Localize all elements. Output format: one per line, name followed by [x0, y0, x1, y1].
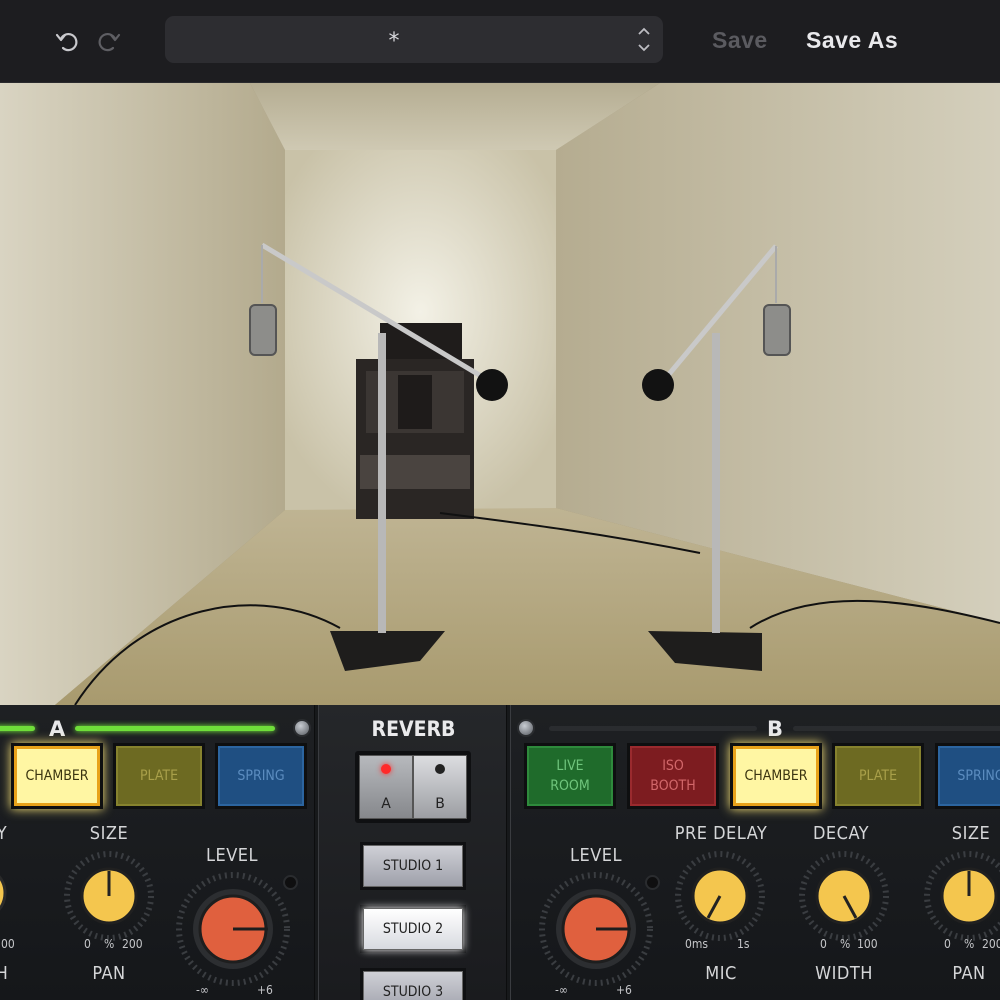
channel-a-size-max: 200: [122, 937, 143, 951]
channel-b-size-max: 200: [982, 937, 1000, 951]
channel-b-width-label: WIDTH: [815, 963, 873, 984]
channel-a-level-min: -∞: [196, 983, 209, 997]
redo-icon[interactable]: [94, 26, 124, 56]
channel-b-predelay-min: 0ms: [685, 937, 709, 951]
channel-a-size-knob[interactable]: [63, 850, 155, 942]
channel-b-size-knob[interactable]: [923, 850, 1000, 942]
button-label: ROOM: [550, 778, 590, 794]
channel-b-level-min: -∞: [555, 983, 568, 997]
button-label: CHAMBER: [25, 768, 89, 784]
channel-a-left-knob-tick: 00: [1, 937, 15, 951]
channel-a-spring-button[interactable]: SPRING: [215, 743, 307, 809]
button-label: CHAMBER: [744, 768, 808, 784]
channel-b-decay-knob[interactable]: [798, 850, 890, 942]
save-button[interactable]: Save: [712, 27, 768, 54]
button-label: PLATE: [858, 768, 898, 784]
channel-b-level-indicator-icon: [645, 875, 660, 890]
channel-b-level-label: LEVEL: [569, 845, 623, 866]
channel-b-size-unit: %: [964, 937, 975, 951]
studio-1-label: STUDIO 1: [363, 845, 463, 887]
channel-a-size-min: 0: [84, 937, 91, 951]
channel-b-size-min: 0: [944, 937, 951, 951]
channel-a-left-knob[interactable]: [0, 853, 31, 943]
top-toolbar: * Save Save As: [0, 0, 1000, 83]
channel-b-screw-icon: [517, 719, 535, 737]
undo-icon[interactable]: [52, 26, 82, 56]
channel-b-level-meter-left: [549, 726, 757, 731]
channel-b-predelay-max: 1s: [737, 937, 750, 951]
channel-a-label: A: [49, 717, 66, 741]
channel-a-size-unit: %: [104, 937, 115, 951]
channel-b-section: B LIVE ROOM ISO BOOTH CHAMBER PLATE SPRING…: [510, 705, 1000, 1000]
room-scene-image: [0, 83, 1000, 705]
channel-b-predelay-label: PRE DELAY: [674, 823, 768, 844]
studio-3-button[interactable]: STUDIO 3: [360, 968, 466, 1000]
preset-name: *: [388, 29, 400, 54]
button-label: LIVE: [556, 758, 584, 774]
channel-b-level-max: +6: [616, 983, 632, 997]
channel-a-level-indicator-icon: [283, 875, 298, 890]
preset-selector[interactable]: *: [165, 16, 663, 63]
channel-a-h-label: H: [0, 963, 9, 984]
channel-a-level-knob[interactable]: [175, 871, 291, 987]
led-on-icon: [381, 764, 391, 774]
channel-a-pan-label: PAN: [92, 963, 126, 984]
button-label: BOOTH: [650, 778, 696, 794]
reverb-b-label: B: [435, 796, 445, 812]
save-as-button[interactable]: Save As: [806, 27, 898, 54]
channel-b-label: B: [767, 717, 784, 741]
channel-b-decay-min: 0: [820, 937, 827, 951]
channel-b-decay-max: 100: [857, 937, 878, 951]
channel-b-spring-button[interactable]: SPRING: [935, 743, 1000, 809]
led-off-icon: [435, 764, 445, 774]
channel-b-size-label: SIZE: [951, 823, 991, 844]
reverb-section: REVERB A B STUDIO 1 STUDIO 2 STUDIO 3: [318, 705, 507, 1000]
channel-a-plate-button[interactable]: PLATE: [113, 743, 205, 809]
channel-a-section: A CHAMBER PLATE SPRING Y 00 SIZE 0 % 200…: [0, 705, 315, 1000]
channel-b-plate-button[interactable]: PLATE: [832, 743, 924, 809]
control-panel: A CHAMBER PLATE SPRING Y 00 SIZE 0 % 200…: [0, 705, 1000, 1000]
channel-b-pan-label: PAN: [952, 963, 986, 984]
channel-b-decay-label: DECAY: [812, 823, 870, 844]
channel-a-chamber-button[interactable]: CHAMBER: [11, 743, 103, 809]
reverb-ab-switch: A B: [355, 751, 471, 823]
reverb-b-button[interactable]: B: [413, 755, 467, 819]
channel-b-iso-booth-button[interactable]: ISO BOOTH: [627, 743, 719, 809]
studio-1-button[interactable]: STUDIO 1: [360, 842, 466, 890]
reverb-title: REVERB: [371, 717, 456, 741]
channel-a-level-meter-right: [75, 726, 275, 731]
channel-b-mic-label: MIC: [705, 963, 737, 984]
studio-3-label: STUDIO 3: [363, 971, 463, 1000]
channel-a-level-label: LEVEL: [205, 845, 259, 866]
channel-a-y-label: Y: [0, 823, 8, 844]
channel-b-level-meter-right: [793, 726, 1000, 731]
plugin-window: * Save Save As A CHAMBER PLATE SPRING Y …: [0, 0, 1000, 1000]
button-label: SPRING: [237, 768, 285, 784]
studio-2-button[interactable]: STUDIO 2: [360, 905, 466, 953]
channel-a-level-max: +6: [257, 983, 273, 997]
reverb-a-button[interactable]: A: [359, 755, 413, 819]
channel-a-screw-icon: [293, 719, 311, 737]
reverb-a-label: A: [381, 796, 391, 812]
studio-2-label: STUDIO 2: [363, 908, 463, 950]
button-label: ISO: [662, 758, 684, 774]
channel-b-chamber-button[interactable]: CHAMBER: [730, 743, 822, 809]
channel-b-level-knob[interactable]: [538, 871, 654, 987]
channel-a-level-meter-left: [0, 726, 35, 731]
channel-b-live-room-button[interactable]: LIVE ROOM: [524, 743, 616, 809]
chevron-up-down-icon: [637, 25, 651, 55]
channel-b-predelay-knob[interactable]: [674, 850, 766, 942]
channel-a-size-label: SIZE: [89, 823, 129, 844]
button-label: PLATE: [139, 768, 179, 784]
button-label: SPRING: [957, 768, 1000, 784]
channel-b-decay-unit: %: [840, 937, 851, 951]
